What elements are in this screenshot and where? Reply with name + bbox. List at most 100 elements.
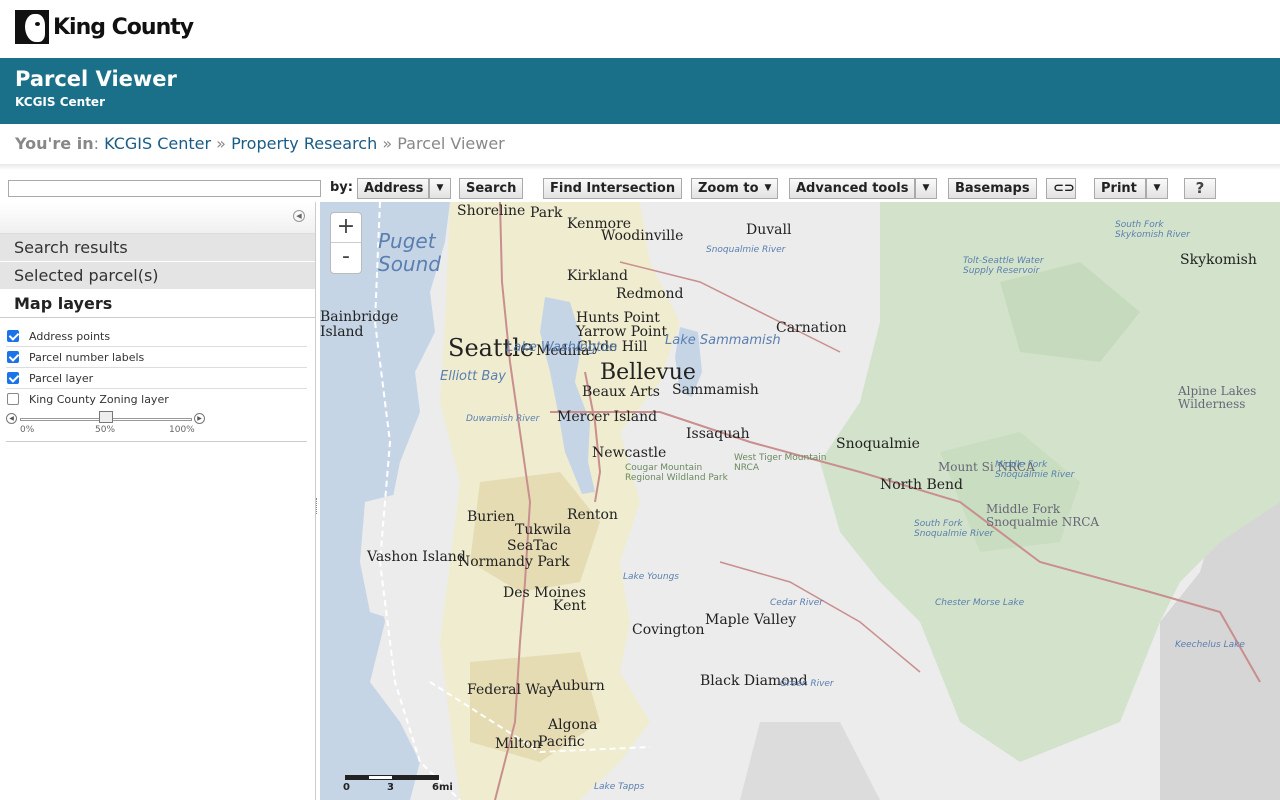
map-city-label: Alpine Lakes Wilderness (1178, 384, 1257, 412)
map-city-label: Newcastle (592, 445, 667, 461)
scale-tick: 6mi (432, 782, 453, 793)
layer-checkbox[interactable] (7, 393, 19, 405)
basemaps-button[interactable]: Basemaps (948, 178, 1037, 199)
layer-checkbox[interactable] (7, 330, 19, 342)
panel-splitter[interactable] (316, 498, 319, 514)
layer-label: Parcel layer (29, 372, 94, 385)
layer-parcel: Parcel layer (6, 368, 307, 389)
layer-label: King County Zoning layer (29, 393, 169, 406)
breadcrumb-separator: » (382, 134, 393, 153)
search-input[interactable] (8, 180, 321, 197)
map-water-label: Middle Fork Snoqualmie River (995, 460, 1075, 481)
print-button[interactable]: Print (1094, 178, 1146, 199)
collapse-left-icon[interactable]: ◀ (293, 210, 305, 222)
top-header: King County (0, 0, 1280, 58)
map-water-label: Duwamish River (466, 414, 540, 424)
scale-bar: 0 3 6mi (343, 775, 465, 794)
map-city-label: Middle Fork Snoqualmie NRCA (986, 502, 1100, 530)
zoom-in-button[interactable]: + (331, 213, 361, 243)
opacity-slider: ◀ ▶ 0% 50% 100% (6, 410, 307, 442)
slider-left-icon[interactable]: ◀ (6, 413, 17, 424)
advanced-tools-button[interactable]: Advanced tools (789, 178, 915, 199)
zoom-to-button[interactable]: Zoom to ▼ (691, 178, 779, 199)
breadcrumb-link-property-research[interactable]: Property Research (231, 134, 377, 153)
find-intersection-button[interactable]: Find Intersection (543, 178, 683, 199)
layer-parcel-number-labels: Parcel number labels (6, 347, 307, 368)
section-search-results[interactable]: Search results (0, 234, 315, 262)
layer-label: Address points (29, 330, 111, 343)
advanced-tools-dropdown[interactable]: ▼ (915, 178, 937, 199)
map-water-label: South Fork Skykomish River (1115, 220, 1190, 241)
map-water-label: Snoqualmie River (706, 245, 786, 255)
breadcrumb-link-kcgis[interactable]: KCGIS Center (104, 134, 211, 153)
caret-down-icon: ▼ (764, 183, 772, 193)
logo-text: King County (53, 14, 194, 40)
map-toolbar: by: Address ▼ Search Find Intersection Z… (0, 174, 1280, 202)
zoom-control: + - (330, 212, 362, 274)
map-water-label: Lake Washington (506, 340, 618, 355)
map-water-label: Cedar River (770, 598, 823, 608)
map-city-label: Snoqualmie (836, 436, 920, 452)
map-city-label: Park (530, 205, 563, 221)
map-water-label: Chester Morse Lake (935, 598, 1025, 608)
map-city-label: Normandy Park (458, 554, 570, 570)
section-selected-parcels[interactable]: Selected parcel(s) (0, 262, 315, 290)
map-park-label: Cougar Mountain Regional Wildland Park (625, 463, 728, 483)
map-city-label: Auburn (552, 678, 605, 694)
breadcrumb: You're in: KCGIS Center » Property Resea… (15, 134, 505, 153)
map-city-label: Kent (553, 598, 587, 614)
map-city-label: Burien (467, 509, 515, 525)
king-county-logo-icon (15, 10, 49, 44)
map-city-label: Algona (548, 717, 598, 733)
section-map-layers[interactable]: Map layers (0, 290, 315, 318)
print-dropdown[interactable]: ▼ (1146, 178, 1168, 199)
search-type-select[interactable]: Address (357, 178, 429, 199)
slider-thumb[interactable] (99, 411, 113, 423)
map-city-label: Bainbridge Island (320, 309, 399, 341)
map-city-label: Kirkland (567, 268, 628, 284)
map-city-label: Milton (495, 736, 542, 752)
slider-tick: 100% (169, 425, 195, 435)
map-city-label: Skykomish (1180, 252, 1257, 268)
sidebar-header: ◀ (0, 202, 315, 234)
layer-checkbox[interactable] (7, 372, 19, 384)
layer-checkbox[interactable] (7, 351, 19, 363)
map-city-label: Sammamish (672, 382, 759, 398)
map-city-label: Redmond (616, 286, 684, 302)
map-water-label: Lake Tapps (594, 782, 645, 792)
caret-down-icon: ▼ (436, 183, 444, 193)
map-water-label: Elliott Bay (440, 369, 506, 384)
map-city-label: Federal Way (467, 682, 555, 698)
page-subtitle: KCGIS Center (15, 95, 105, 109)
layer-label: Parcel number labels (29, 351, 145, 364)
map-view[interactable]: + - Seattle Bellevue Shoreline Kenmore Woodi… (320, 202, 1280, 800)
link-icon: ⊂⊃ (1053, 181, 1075, 196)
layer-zoning: King County Zoning layer (6, 389, 307, 410)
map-city-label: North Bend (880, 477, 964, 493)
help-button[interactable]: ? (1184, 178, 1216, 199)
sidebar-panel: ◀ Search results Selected parcel(s) Map … (0, 202, 316, 800)
zoom-out-button[interactable]: - (331, 243, 361, 273)
breadcrumb-current: Parcel Viewer (397, 134, 505, 153)
map-city-label: Shoreline (457, 203, 526, 219)
slider-right-icon[interactable]: ▶ (194, 413, 205, 424)
king-county-logo[interactable]: King County (15, 10, 194, 44)
search-button[interactable]: Search (459, 178, 524, 199)
map-water-label: Green River (780, 679, 834, 689)
map-water-label: Puget Sound (378, 229, 441, 276)
map-city-label: Carnation (776, 320, 847, 336)
search-type-value: Address (364, 181, 424, 196)
app-banner: Parcel Viewer KCGIS Center (0, 58, 1280, 124)
slider-tick: 0% (20, 425, 35, 435)
zoom-to-label: Zoom to (698, 181, 759, 196)
map-water-label: Tolt-Seattle Water Supply Reservoir (963, 256, 1044, 277)
link-button[interactable]: ⊂⊃ (1046, 178, 1076, 199)
divider (0, 164, 1280, 170)
search-by-label: by: (330, 180, 353, 195)
map-city-label: Tukwila (515, 522, 572, 538)
breadcrumb-label: You're in (15, 134, 94, 153)
search-type-dropdown[interactable]: ▼ (429, 178, 451, 199)
map-city-label: Beaux Arts (582, 384, 660, 400)
scale-tick: 3 (387, 782, 394, 793)
page-title: Parcel Viewer (15, 67, 177, 91)
